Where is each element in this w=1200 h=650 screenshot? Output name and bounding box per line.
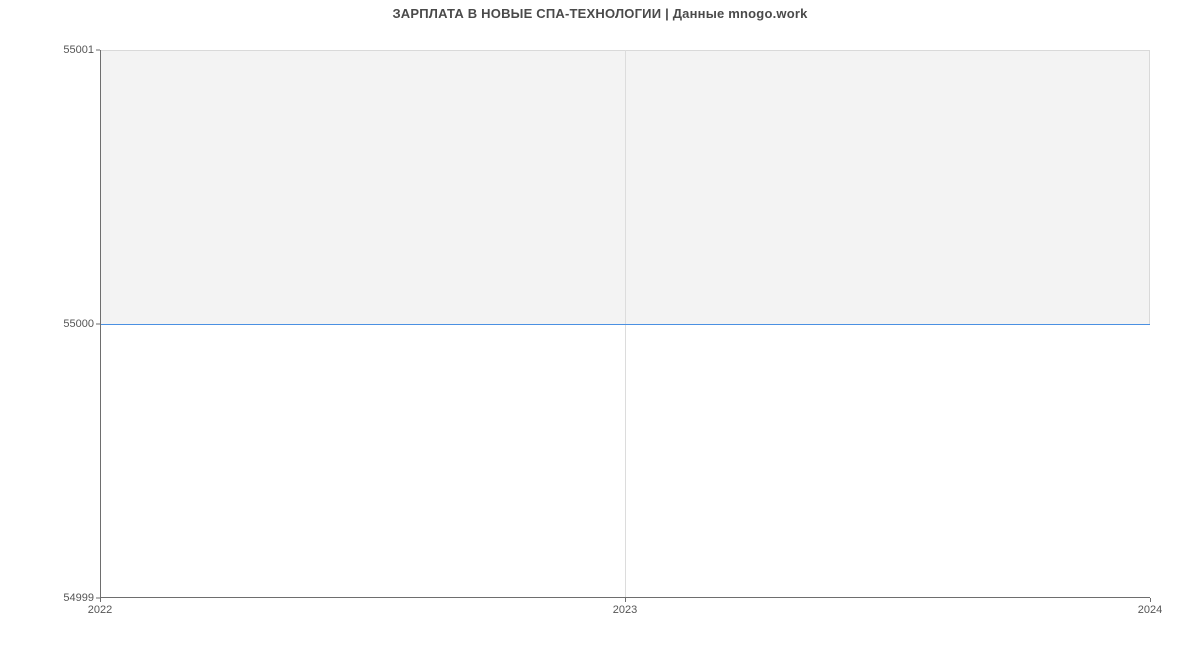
ytick-label: 55000 <box>14 318 94 330</box>
ytick-mark <box>96 50 100 51</box>
xtick-mark <box>1150 598 1151 602</box>
xtick-mark <box>100 598 101 602</box>
xtick-label: 2023 <box>613 604 637 616</box>
data-series-line <box>100 324 1150 325</box>
xtick-mark <box>625 598 626 602</box>
ytick-mark <box>96 324 100 325</box>
xtick-label: 2022 <box>88 604 112 616</box>
xtick-label: 2024 <box>1138 604 1162 616</box>
chart-container: ЗАРПЛАТА В НОВЫЕ СПА-ТЕХНОЛОГИИ | Данные… <box>0 0 1200 650</box>
ytick-label: 55001 <box>14 44 94 56</box>
plot-area <box>100 50 1150 598</box>
axis-y <box>100 50 101 598</box>
chart-title: ЗАРПЛАТА В НОВЫЕ СПА-ТЕХНОЛОГИИ | Данные… <box>0 6 1200 21</box>
ytick-label: 54999 <box>14 592 94 604</box>
